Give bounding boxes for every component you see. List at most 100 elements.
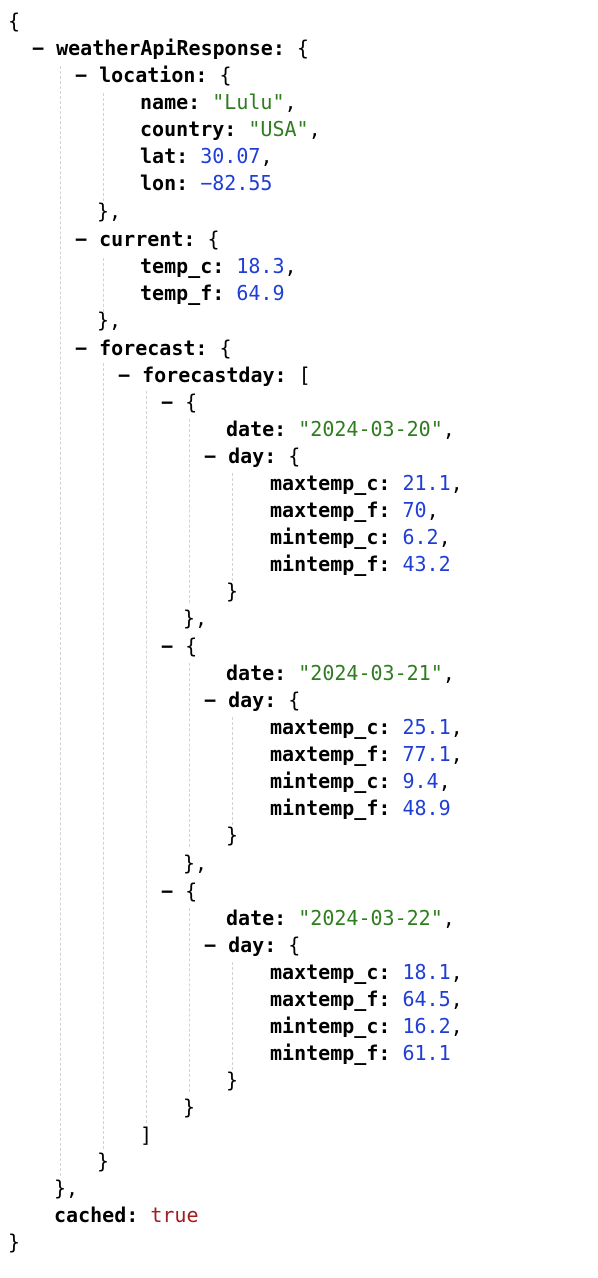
json-pair: maxtemp_c: 21.1,	[270, 471, 463, 495]
collapse-toggle[interactable]: −	[75, 227, 87, 251]
json-array-item: − {	[161, 879, 198, 903]
json-key: day	[228, 688, 265, 712]
json-key: maxtemp_f	[270, 498, 379, 522]
json-array-item: − {	[161, 634, 198, 658]
json-key: cached	[54, 1203, 127, 1227]
json-line: },	[183, 606, 208, 630]
json-line: }	[226, 823, 239, 847]
json-number-value: −82.55	[200, 171, 273, 195]
json-key: name	[140, 90, 189, 114]
json-key: mintemp_f	[270, 796, 379, 820]
json-pair: maxtemp_c: 25.1,	[270, 715, 463, 739]
indent-guide-root	[60, 66, 61, 1176]
json-key: country	[140, 117, 225, 141]
json-pair: country: "USA",	[140, 117, 321, 141]
json-pair: mintemp_c: 6.2,	[270, 525, 451, 549]
json-pair: date: "2024-03-20",	[226, 417, 455, 441]
collapse-toggle[interactable]: −	[75, 336, 87, 360]
collapse-toggle[interactable]: −	[204, 444, 216, 468]
json-pair: maxtemp_f: 64.5,	[270, 987, 463, 1011]
json-number-value: 9.4	[402, 769, 439, 793]
indent-guide-item-2	[189, 908, 190, 1092]
json-pair: mintemp_f: 43.2	[270, 552, 451, 576]
json-node-day: − day: {	[204, 444, 301, 468]
json-key: mintemp_c	[270, 1014, 379, 1038]
json-number-value: 70	[402, 498, 427, 522]
json-pair: maxtemp_c: 18.1,	[270, 960, 463, 984]
indent-guide-forecast	[103, 363, 104, 1149]
collapse-toggle[interactable]: −	[161, 390, 173, 414]
json-number-value: 21.1	[402, 471, 451, 495]
json-key: lat	[140, 144, 177, 168]
json-key: lon	[140, 171, 177, 195]
json-key: maxtemp_c	[270, 715, 379, 739]
json-number-value: 25.1	[402, 715, 451, 739]
json-line: },	[97, 308, 122, 332]
json-node-day: − day: {	[204, 933, 301, 957]
json-key: day	[228, 444, 265, 468]
json-node-forecast: − forecast: {	[75, 336, 232, 360]
collapse-toggle[interactable]: −	[161, 634, 173, 658]
json-line: }	[226, 579, 239, 603]
json-node-weatherapiresponse: − weatherApiResponse: {	[32, 36, 309, 60]
json-number-value: 30.07	[200, 144, 261, 168]
json-line: ]	[140, 1123, 153, 1147]
json-pair: lon: −82.55	[140, 171, 273, 195]
json-line: }	[8, 1230, 21, 1254]
json-key: maxtemp_c	[270, 471, 379, 495]
indent-guide-item-2-day	[232, 962, 233, 1070]
json-pair: date: "2024-03-21",	[226, 661, 455, 685]
collapse-toggle[interactable]: −	[204, 688, 216, 712]
json-number-value: 48.9	[402, 796, 451, 820]
json-key: mintemp_f	[270, 1041, 379, 1065]
json-key: day	[228, 933, 265, 957]
json-viewer: { − weatherApiResponse: { − location: { …	[0, 0, 598, 1278]
json-pair: name: "Lulu",	[140, 90, 297, 114]
json-key: date	[226, 417, 275, 441]
json-line: },	[54, 1176, 79, 1200]
json-node-forecastday: − forecastday: [	[118, 363, 311, 387]
json-string-value: "2024-03-22"	[298, 906, 443, 930]
collapse-toggle[interactable]: −	[32, 36, 44, 60]
collapse-toggle[interactable]: −	[204, 933, 216, 957]
json-number-value: 6.2	[402, 525, 439, 549]
indent-guide-current	[103, 258, 104, 312]
collapse-toggle[interactable]: −	[75, 63, 87, 87]
json-key: forecast	[99, 336, 196, 360]
json-key: maxtemp_c	[270, 960, 379, 984]
json-key: current	[99, 227, 184, 251]
json-node-day: − day: {	[204, 688, 301, 712]
json-number-value: 18.3	[236, 254, 285, 278]
json-number-value: 64.5	[402, 987, 451, 1011]
json-line: }	[226, 1068, 239, 1092]
indent-guide-item-0-day	[232, 473, 233, 581]
json-key: location	[99, 63, 196, 87]
json-pair: maxtemp_f: 70,	[270, 498, 439, 522]
json-string-value: "USA"	[248, 117, 309, 141]
json-pair: lat: 30.07,	[140, 144, 273, 168]
json-line: }	[183, 1095, 196, 1119]
json-key: weatherApiResponse	[56, 36, 273, 60]
json-number-value: 64.9	[236, 281, 285, 305]
json-pair: mintemp_f: 48.9	[270, 796, 451, 820]
json-key: maxtemp_f	[270, 987, 379, 1011]
json-key: mintemp_f	[270, 552, 379, 576]
json-pair: mintemp_f: 61.1	[270, 1041, 451, 1065]
json-pair-cached: cached: true	[54, 1203, 199, 1227]
json-key: date	[226, 906, 275, 930]
json-pair: temp_c: 18.3,	[140, 254, 297, 278]
json-key: date	[226, 661, 275, 685]
json-number-value: 16.2	[402, 1014, 451, 1038]
json-key: temp_c	[140, 254, 213, 278]
collapse-toggle[interactable]: −	[118, 363, 130, 387]
json-number-value: 61.1	[402, 1041, 451, 1065]
json-pair: maxtemp_f: 77.1,	[270, 742, 463, 766]
json-pair: mintemp_c: 9.4,	[270, 769, 451, 793]
indent-guide-item-1	[189, 663, 190, 847]
json-line: },	[97, 199, 122, 223]
json-string-value: "2024-03-21"	[298, 661, 443, 685]
collapse-toggle[interactable]: −	[161, 879, 173, 903]
indent-guide-location	[103, 93, 104, 201]
json-line: }	[97, 1149, 110, 1173]
indent-guide-forecastday	[146, 391, 147, 1123]
